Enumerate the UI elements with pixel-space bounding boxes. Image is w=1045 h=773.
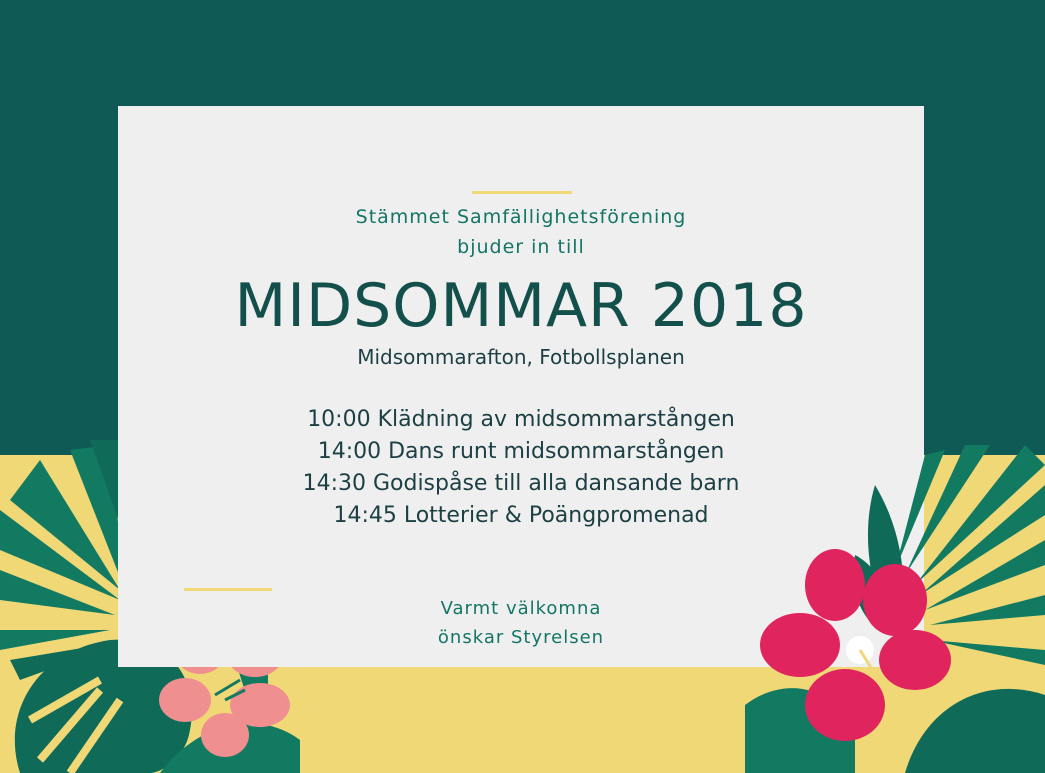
- schedule-item: 10:00 Klädning av midsommarstången: [307, 407, 735, 432]
- decorative-gold-line-left: [184, 588, 272, 591]
- organization-invite-text: Stämmet Samfällighetsförening bjuder in …: [118, 202, 924, 262]
- organization-name: Stämmet Samfällighetsförening: [355, 206, 687, 228]
- tropical-leaves-right-illustration: [745, 445, 1045, 773]
- event-location: Midsommarafton, Fotbollsplanen: [357, 345, 685, 369]
- event-title: MIDSOMMAR 2018: [234, 271, 808, 341]
- decorative-gold-line-top: [472, 191, 572, 194]
- invites-to-text: bjuder in till: [457, 236, 585, 258]
